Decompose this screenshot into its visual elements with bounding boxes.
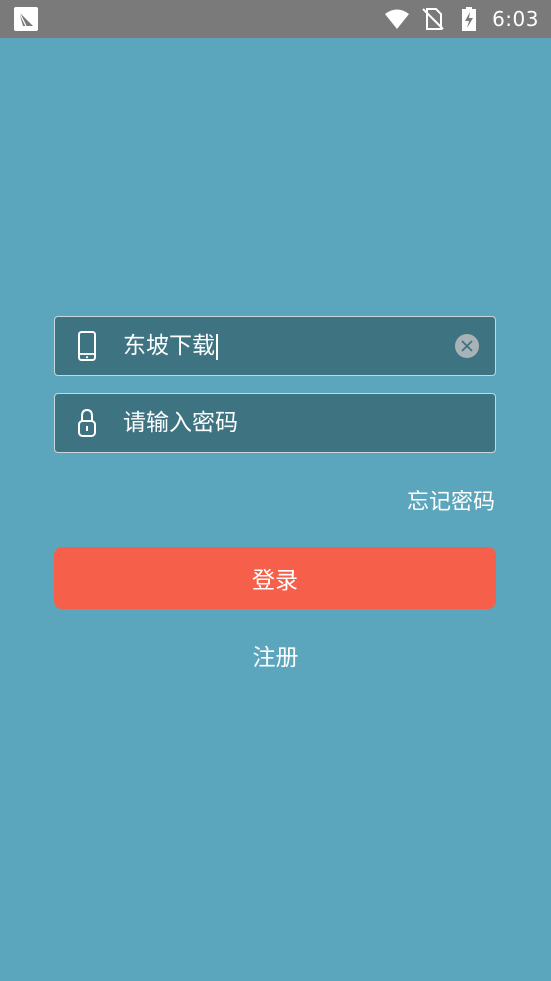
phone-input[interactable]: 东坡下载 [123,317,218,375]
lock-icon [77,408,97,438]
clear-icon[interactable] [455,334,479,358]
status-icons: 6:03 [384,0,539,38]
phone-field[interactable]: 东坡下载 [54,316,496,376]
text-caret [216,333,218,360]
wifi-icon [384,6,410,32]
status-bar: 6:03 [0,0,551,38]
register-link[interactable]: 注册 [0,638,551,672]
app-icon [14,7,38,31]
phone-input-value: 东坡下载 [123,333,215,359]
password-input[interactable]: 请输入密码 [123,394,238,452]
battery-charging-icon [456,6,482,32]
login-button[interactable]: 登录 [54,547,496,609]
status-time: 6:03 [492,7,539,31]
phone-icon [77,331,97,361]
password-field[interactable]: 请输入密码 [54,393,496,453]
forgot-password-link[interactable]: 忘记密码 [407,484,495,516]
no-sim-icon [420,6,446,32]
